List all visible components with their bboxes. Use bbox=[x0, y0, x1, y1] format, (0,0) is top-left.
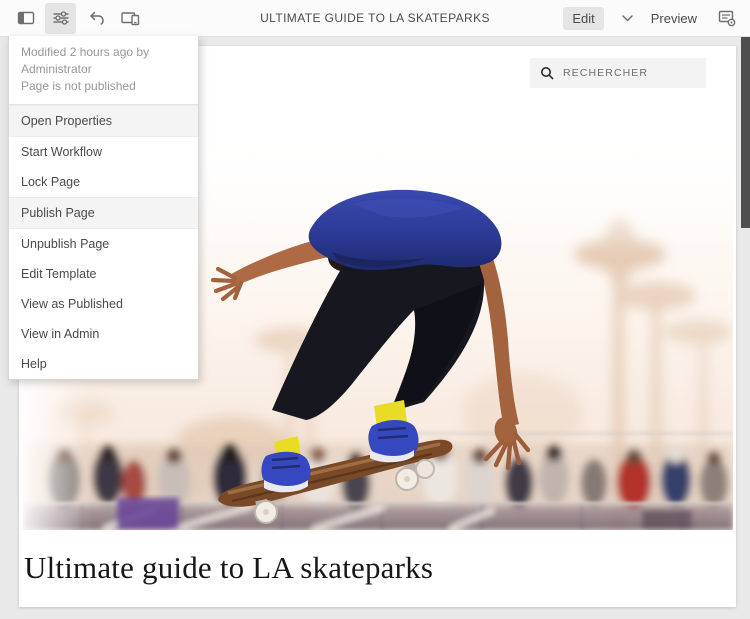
vertical-scrollbar[interactable] bbox=[741, 36, 750, 619]
search-box[interactable] bbox=[530, 58, 706, 88]
top-toolbar: ULTIMATE GUIDE TO LA SKATEPARKS Edit Pre… bbox=[0, 0, 750, 37]
menu-item-open-properties[interactable]: Open Properties bbox=[9, 105, 198, 137]
menu-item-view-as-published[interactable]: View as Published bbox=[9, 289, 198, 319]
annotations-icon[interactable] bbox=[711, 3, 742, 34]
menu-item-lock-page[interactable]: Lock Page bbox=[9, 167, 198, 197]
article-heading[interactable]: Ultimate guide to LA skateparks bbox=[24, 550, 714, 586]
mode-chevron-down-icon[interactable] bbox=[618, 11, 637, 26]
toolbar-left-group bbox=[0, 3, 146, 34]
preview-mode-button[interactable]: Preview bbox=[651, 11, 697, 26]
scrollbar-thumb[interactable] bbox=[741, 36, 750, 228]
search-input[interactable] bbox=[561, 66, 706, 80]
magnifier-icon bbox=[540, 66, 554, 80]
emulator-toggle-icon[interactable] bbox=[115, 3, 146, 34]
page-status-published: Page is not published bbox=[21, 78, 186, 95]
menu-item-help[interactable]: Help bbox=[9, 349, 198, 379]
side-panel-toggle-icon[interactable] bbox=[10, 3, 41, 34]
page-status: Modified 2 hours ago by Administrator Pa… bbox=[9, 36, 198, 104]
menu-item-start-workflow[interactable]: Start Workflow bbox=[9, 137, 198, 167]
undo-icon[interactable] bbox=[80, 3, 111, 34]
menu-item-edit-template[interactable]: Edit Template bbox=[9, 259, 198, 289]
page-information-icon[interactable] bbox=[45, 3, 76, 34]
page-info-menu: Modified 2 hours ago by Administrator Pa… bbox=[8, 36, 199, 380]
page-status-modified: Modified 2 hours ago by Administrator bbox=[21, 44, 186, 78]
menu-item-unpublish-page[interactable]: Unpublish Page bbox=[9, 229, 198, 259]
edit-mode-button[interactable]: Edit bbox=[563, 7, 603, 30]
toolbar-right-group: Edit Preview bbox=[563, 0, 742, 36]
menu-item-view-in-admin[interactable]: View in Admin bbox=[9, 319, 198, 349]
menu-item-publish-page[interactable]: Publish Page bbox=[9, 197, 198, 229]
